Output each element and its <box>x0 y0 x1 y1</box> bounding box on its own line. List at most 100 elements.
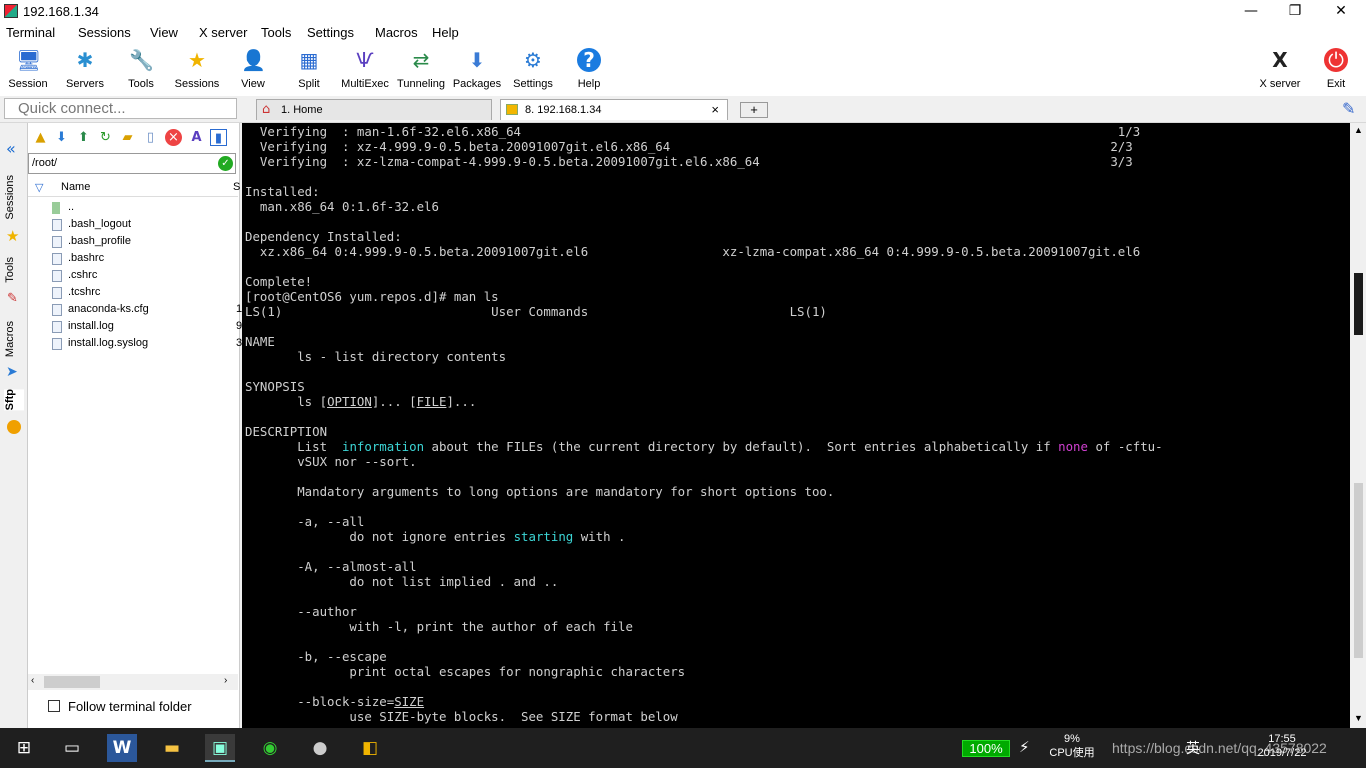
terminal-line: DESCRIPTION <box>245 424 328 439</box>
exit-button[interactable]: ⏻ Exit <box>1308 44 1364 94</box>
maximize-button[interactable]: ❐ <box>1272 0 1318 22</box>
check-icon[interactable]: ✓ <box>218 156 233 171</box>
column-size[interactable]: S <box>233 181 240 193</box>
properties-icon[interactable]: ▮ <box>210 129 227 146</box>
split-button[interactable]: ▦ Split <box>281 44 337 94</box>
sessions-button[interactable]: ★ Sessions <box>169 44 225 94</box>
menu-tools[interactable]: Tools <box>261 25 291 40</box>
paperclip-icon[interactable]: ✎ <box>1342 99 1355 118</box>
menu-terminal[interactable]: Terminal <box>6 25 55 40</box>
list-item[interactable]: anaconda-ks.cfg 1 <box>48 301 242 318</box>
quick-connect-bar: Quick connect... ⌂ 1. Home 8. 192.168.1.… <box>0 96 1366 123</box>
filter-icon[interactable]: ▽ <box>35 181 43 194</box>
new-folder-icon[interactable]: ▰ <box>119 129 136 146</box>
menu-settings[interactable]: Settings <box>307 25 354 40</box>
parent-folder-icon[interactable]: ▲ <box>32 129 49 146</box>
menu-view[interactable]: View <box>150 25 178 40</box>
scroll-down-icon[interactable]: ▼ <box>1354 713 1363 723</box>
session-button[interactable]: 🖥 Session <box>0 44 56 94</box>
close-tab-icon[interactable]: × <box>711 100 719 120</box>
close-button[interactable]: ✕ <box>1318 0 1364 22</box>
follow-terminal-checkbox[interactable] <box>48 700 60 712</box>
windows-start-icon[interactable]: ⊞ <box>9 734 39 762</box>
tunneling-button[interactable]: ⇄ Tunneling <box>393 44 449 94</box>
list-item[interactable]: install.log 9 <box>48 318 242 335</box>
scroll-left-icon[interactable]: ‹ <box>31 675 34 686</box>
side-tabs: « Sessions ★ Tools ✎ Macros ➤ Sftp <box>0 123 28 728</box>
download-icon[interactable]: ⬇ <box>53 129 70 146</box>
file-list-header: ▽ Name S <box>28 179 240 197</box>
battery-indicator[interactable]: 100% <box>962 740 1010 757</box>
refresh-icon[interactable]: ↻ <box>97 129 114 146</box>
side-tab-macros[interactable]: Macros <box>4 321 24 357</box>
x-server-button[interactable]: XX server <box>1252 44 1308 94</box>
upload-icon[interactable]: ⬆ <box>75 129 92 146</box>
list-item[interactable]: .bashrc <box>48 250 236 267</box>
scroll-right-icon[interactable]: › <box>224 675 227 686</box>
help-button[interactable]: ? Help <box>561 44 617 94</box>
servers-button[interactable]: ✱ Servers <box>57 44 113 94</box>
menu-macros[interactable]: Macros <box>375 25 418 40</box>
column-name[interactable]: Name <box>61 181 90 193</box>
exit-icon: ⏻ <box>1324 48 1348 72</box>
browser-icon[interactable]: ◉ <box>255 734 285 762</box>
side-tab-tools[interactable]: Tools <box>4 257 24 283</box>
side-tab-sessions[interactable]: Sessions <box>4 175 24 220</box>
terminal-output[interactable]: Verifying : man-1.6f-32.el6.x86_64 1/3 V… <box>242 123 1350 728</box>
tab-ssh-session[interactable]: 8. 192.168.1.34 × <box>500 99 728 120</box>
avatar-app-icon[interactable]: ● <box>305 734 335 762</box>
settings-button[interactable]: ⚙ Settings <box>505 44 561 94</box>
mobaxterm-app-icon <box>4 4 18 18</box>
taskbar: ⊞ ▭ W ▬ ▣ ◉ ● ◧ 100% ⚡ 9% CPU使用 https://blog.csd… <box>0 728 1366 768</box>
minimize-button[interactable]: — <box>1228 0 1274 22</box>
word-icon[interactable]: W <box>107 734 137 762</box>
list-item[interactable]: .. <box>48 199 236 216</box>
list-item[interactable]: .bash_profile <box>48 233 236 250</box>
settings-icon: ⚙ <box>524 48 542 72</box>
file-explorer-icon[interactable]: ▬ <box>157 734 187 762</box>
tools-button[interactable]: 🔧 Tools <box>113 44 169 94</box>
menu-help[interactable]: Help <box>432 25 459 40</box>
terminal-text-segment: with . <box>573 529 626 544</box>
list-item[interactable]: .tcshrc <box>48 284 236 301</box>
terminal-line: do not list implied . and .. <box>245 574 559 589</box>
new-file-icon[interactable]: ▯ <box>142 129 159 146</box>
menu-x-server[interactable]: X server <box>199 25 247 40</box>
follow-terminal-folder[interactable]: Follow terminal folder <box>48 699 192 714</box>
terminal-scrollbar[interactable]: ▲ ▼ <box>1351 123 1366 728</box>
menu-sessions[interactable]: Sessions <box>78 25 131 40</box>
task-view-icon[interactable]: ▭ <box>57 734 87 762</box>
rename-icon[interactable]: A <box>188 129 205 146</box>
scroll-up-icon[interactable]: ▲ <box>1354 125 1363 135</box>
ime-indicator[interactable]: 英 <box>1186 738 1200 758</box>
cpu-usage[interactable]: 9% CPU使用 <box>1046 732 1098 760</box>
packages-button[interactable]: ⬇ Packages <box>449 44 505 94</box>
new-tab-button[interactable]: + <box>740 102 768 118</box>
list-item[interactable]: install.log.syslog 3 <box>48 335 242 352</box>
collapse-panel-icon[interactable]: « <box>6 139 16 158</box>
home-icon: ⌂ <box>262 102 271 117</box>
side-tab-sftp[interactable]: Sftp <box>4 389 24 411</box>
terminal-line: ls [OPTION]... [FILE]... <box>245 394 476 409</box>
horizontal-scrollbar[interactable]: ‹ › <box>28 674 238 690</box>
view-button[interactable]: 👤 View <box>225 44 281 94</box>
scrollbar-thumb[interactable] <box>44 676 100 688</box>
delete-icon[interactable]: × <box>165 129 182 146</box>
quick-connect-input[interactable]: Quick connect... <box>4 98 237 119</box>
list-item[interactable]: .cshrc <box>48 267 236 284</box>
mobaxterm-icon[interactable]: ▣ <box>205 734 235 762</box>
terminal-tab-icon <box>506 104 518 115</box>
session-icon: 🖥 <box>16 48 42 72</box>
scrollbar-thumb[interactable] <box>1354 273 1363 335</box>
sftp-path-input[interactable]: /root/ ✓ <box>28 153 236 174</box>
list-item[interactable]: .bash_logout <box>48 216 236 233</box>
scrollbar-track-segment[interactable] <box>1354 483 1363 658</box>
app-icon-yellow[interactable]: ◧ <box>355 734 385 762</box>
multiexec-icon: Ѱ <box>356 48 374 72</box>
tab-home[interactable]: ⌂ 1. Home <box>256 99 492 120</box>
multiexec-button[interactable]: Ѱ MultiExec <box>337 44 393 94</box>
clock[interactable]: 17:55 2019/7/22 <box>1246 732 1318 760</box>
file-icon <box>52 304 62 316</box>
split-icon: ▦ <box>299 48 319 72</box>
file-name: .bashrc <box>68 252 105 264</box>
